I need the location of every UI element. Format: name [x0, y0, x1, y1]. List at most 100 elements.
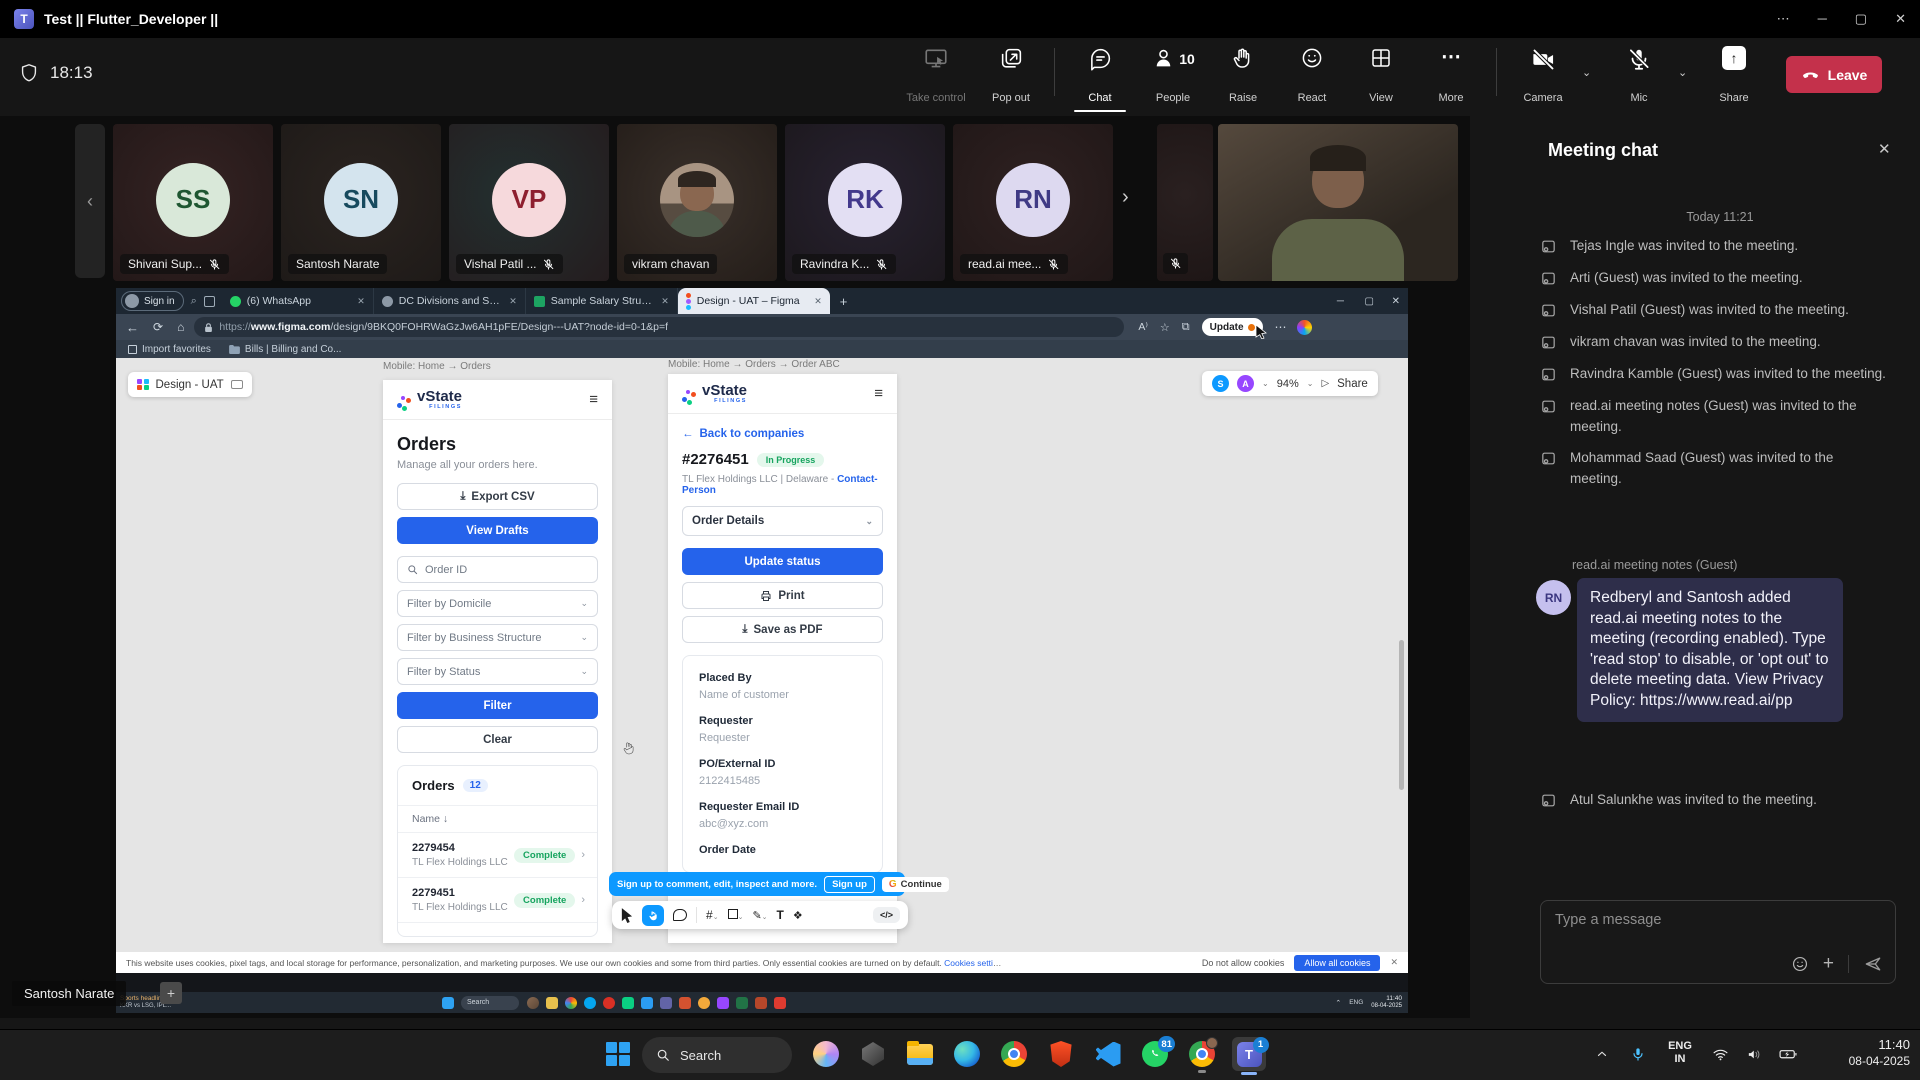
- chat-message-input[interactable]: Type a message +: [1540, 900, 1896, 984]
- frame-tool-icon[interactable]: #⌄: [706, 908, 719, 922]
- taskbar-search[interactable]: Search: [642, 1037, 792, 1073]
- deny-cookies-button[interactable]: Do not allow cookies: [1202, 958, 1285, 968]
- order-id-search-input[interactable]: Order ID: [397, 556, 598, 583]
- hamburger-menu-icon[interactable]: ≡: [589, 391, 598, 408]
- camera-options-chevron-icon[interactable]: ⌄: [1582, 66, 1591, 79]
- brave-icon[interactable]: [1047, 1040, 1075, 1068]
- google-continue-button[interactable]: G Continue: [882, 877, 949, 892]
- bookmark-folder[interactable]: Bills | Billing and Co...: [229, 344, 342, 355]
- order-row[interactable]: 2279451 TL Flex Holdings LLC Complete ›: [398, 877, 597, 922]
- tab-close-icon[interactable]: ✕: [661, 296, 669, 307]
- collaborator-avatar[interactable]: A: [1237, 375, 1254, 392]
- emoji-icon[interactable]: [1791, 955, 1809, 973]
- tab-close-icon[interactable]: ✕: [814, 296, 822, 307]
- window-maximize-button[interactable]: ▢: [1855, 11, 1867, 27]
- browser-tab-active[interactable]: Design - UAT – Figma✕: [678, 288, 830, 314]
- teams-app-icon[interactable]: T 1: [1232, 1037, 1266, 1071]
- view-button[interactable]: View: [1350, 46, 1412, 104]
- back-to-companies-link[interactable]: ←Back to companies: [682, 428, 883, 440]
- browser-menu-icon[interactable]: ⋯: [1275, 320, 1287, 334]
- figma-share-button[interactable]: Share: [1337, 378, 1368, 390]
- crystal-app-icon[interactable]: [859, 1040, 887, 1068]
- participant-tile[interactable]: RK Ravindra K...: [785, 124, 945, 281]
- filter-domicile-dropdown[interactable]: Filter by Domicile⌄: [397, 590, 598, 617]
- move-tool-icon[interactable]: [620, 908, 633, 923]
- participant-tile[interactable]: SS Shivani Sup...: [113, 124, 273, 281]
- cookie-close-icon[interactable]: ✕: [1390, 957, 1398, 968]
- chrome-icon[interactable]: [1000, 1040, 1028, 1068]
- import-favorites-button[interactable]: Import favorites: [128, 344, 211, 355]
- clear-button[interactable]: Clear: [397, 726, 598, 753]
- order-details-dropdown[interactable]: Order Details⌄: [682, 506, 883, 536]
- whatsapp-icon[interactable]: 81: [1141, 1040, 1169, 1068]
- send-icon[interactable]: [1863, 954, 1883, 974]
- presenter-add-button[interactable]: +: [160, 982, 182, 1004]
- browser-tab[interactable]: DC Divisions and Surroundings✕: [374, 288, 526, 314]
- filter-button[interactable]: Filter: [397, 692, 598, 719]
- read-aloud-icon[interactable]: A⁾: [1138, 321, 1148, 333]
- mic-options-chevron-icon[interactable]: ⌄: [1678, 66, 1687, 79]
- url-bar[interactable]: https://www.figma.com/design/9BKQ0FOHRWa…: [194, 317, 1124, 337]
- taskbar-clock[interactable]: 11:40 08-04-2025: [1822, 1037, 1910, 1068]
- text-tool-icon[interactable]: T: [777, 908, 784, 922]
- chat-close-icon[interactable]: ✕: [1878, 140, 1891, 158]
- hamburger-menu-icon[interactable]: ≡: [874, 385, 883, 402]
- frame-label[interactable]: Mobile: Home → Orders: [383, 361, 491, 372]
- start-button[interactable]: [604, 1040, 632, 1068]
- view-drafts-button[interactable]: View Drafts: [397, 517, 598, 544]
- save-as-pdf-button[interactable]: ⤓Save as PDF: [682, 616, 883, 643]
- collections-icon[interactable]: ⧉: [1182, 321, 1190, 334]
- chat-button[interactable]: Chat: [1068, 46, 1132, 104]
- tab-close-icon[interactable]: ✕: [357, 296, 365, 307]
- wifi-icon[interactable]: [1706, 1040, 1734, 1068]
- edge-icon[interactable]: [953, 1040, 981, 1068]
- browser-maximize-button[interactable]: ▢: [1365, 296, 1374, 307]
- back-icon[interactable]: ←: [126, 320, 139, 335]
- zoom-level[interactable]: 94%: [1277, 378, 1299, 390]
- tab-search-icon[interactable]: ⌕: [191, 295, 197, 308]
- browser-update-button[interactable]: Update: [1202, 318, 1263, 336]
- export-csv-button[interactable]: ⤓Export CSV: [397, 483, 598, 510]
- tray-chevron-icon[interactable]: [1588, 1040, 1616, 1068]
- news-widget[interactable]: Sports headline KKR vs LSG, IPL...: [116, 995, 202, 1010]
- pop-out-button[interactable]: Pop out: [978, 46, 1044, 104]
- browser-tab[interactable]: (6) WhatsApp✕: [222, 288, 374, 314]
- react-button[interactable]: React: [1280, 46, 1344, 104]
- print-button[interactable]: Print: [682, 582, 883, 609]
- browser-profile-button[interactable]: Sign in: [121, 291, 184, 311]
- canvas-scrollbar[interactable]: [1399, 640, 1404, 790]
- volume-icon[interactable]: [1740, 1040, 1768, 1068]
- participant-tile[interactable]: SN Santosh Narate: [281, 124, 441, 281]
- home-icon[interactable]: ⌂: [177, 320, 184, 334]
- copilot-icon[interactable]: [1297, 320, 1312, 335]
- actions-tool-icon[interactable]: ❖: [793, 909, 803, 922]
- participant-video-tile[interactable]: [1218, 124, 1458, 281]
- shape-tool-icon[interactable]: ⌄: [728, 906, 744, 924]
- pages-panel-icon[interactable]: [231, 380, 243, 389]
- comment-tool-icon[interactable]: [673, 909, 687, 921]
- avatars-chevron-icon[interactable]: ⌄: [1262, 379, 1269, 388]
- filter-business-structure-dropdown[interactable]: Filter by Business Structure⌄: [397, 624, 598, 651]
- filter-status-dropdown[interactable]: Filter by Status⌄: [397, 658, 598, 685]
- participant-tile[interactable]: VP Vishal Patil ...: [449, 124, 609, 281]
- raise-hand-button[interactable]: Raise: [1212, 46, 1274, 104]
- browser-tab[interactable]: Sample Salary Structure with calc✕: [526, 288, 678, 314]
- new-tab-button[interactable]: +: [840, 294, 848, 309]
- chrome-profile-icon[interactable]: [1188, 1040, 1216, 1068]
- figma-file-chip[interactable]: Design - UAT: [128, 372, 252, 397]
- allow-cookies-button[interactable]: Allow all cookies: [1294, 955, 1380, 971]
- favorites-star-icon[interactable]: ☆: [1160, 321, 1170, 334]
- take-control-button[interactable]: Take control: [900, 46, 972, 104]
- dev-mode-toggle[interactable]: </>: [873, 907, 900, 923]
- participant-tile-partial[interactable]: [1157, 124, 1213, 281]
- copilot-app-icon[interactable]: [812, 1040, 840, 1068]
- tray-mic-icon[interactable]: [1624, 1040, 1652, 1068]
- battery-icon[interactable]: [1774, 1040, 1802, 1068]
- frame-label[interactable]: Mobile: Home → Orders → Order ABC: [668, 359, 840, 370]
- window-minimize-button[interactable]: ─: [1818, 11, 1827, 27]
- name-column-header[interactable]: Name ↓: [398, 805, 597, 832]
- refresh-icon[interactable]: ⟳: [153, 320, 163, 334]
- participants-scroll-right-button[interactable]: ›: [1122, 186, 1129, 209]
- attach-plus-icon[interactable]: +: [1823, 955, 1834, 973]
- people-button[interactable]: 10 People: [1138, 46, 1208, 104]
